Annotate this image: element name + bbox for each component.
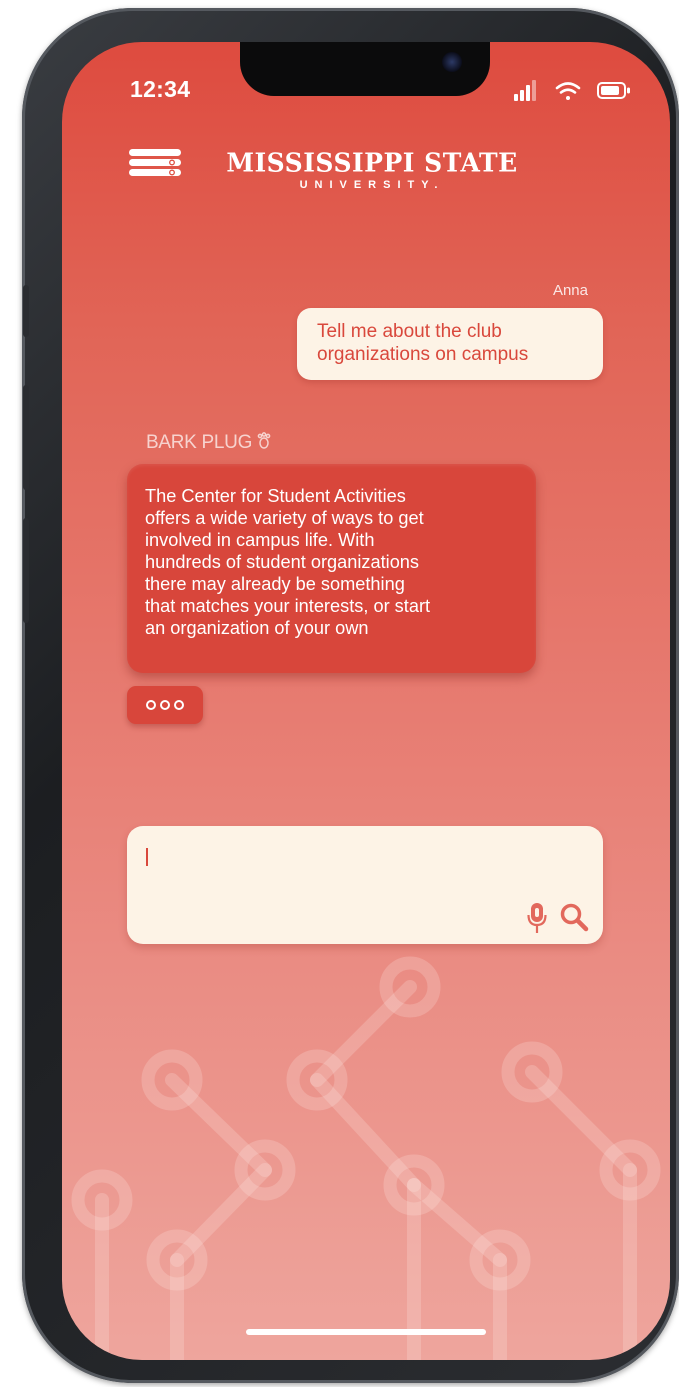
front-camera <box>442 52 462 72</box>
network-decoration <box>71 956 661 1360</box>
microphone-icon[interactable] <box>527 902 547 934</box>
more-options-icon <box>146 700 156 710</box>
bot-name-label: BARK PLUG <box>146 432 253 453</box>
message-line: involved in campus life. With <box>145 530 375 550</box>
message-line: there may already be something <box>145 574 405 594</box>
university-logo: MISSISSIPPI STATE UNIVERSITY. <box>222 147 522 191</box>
message-line: that matches your interests, or start <box>145 596 431 616</box>
message-input[interactable] <box>127 826 603 944</box>
home-indicator[interactable] <box>246 1329 486 1335</box>
search-icon[interactable] <box>559 902 589 932</box>
message-line: hundreds of student organizations <box>145 552 420 572</box>
logo-title: MISSISSIPPI STATE <box>226 147 518 178</box>
status-time: 12:34 <box>130 76 191 102</box>
message-line: Tell me about the club <box>317 321 502 342</box>
message-line: offers a wide variety of ways to get <box>145 508 424 528</box>
volume-down-button <box>23 518 29 623</box>
signal-icon <box>514 80 536 101</box>
more-options-button[interactable] <box>127 686 203 724</box>
wifi-icon <box>555 82 581 100</box>
bot-sender-name: BARK PLUG <box>146 432 271 454</box>
message-line: The Center for Student Activities <box>145 486 406 506</box>
message-line: organizations on campus <box>317 344 529 365</box>
silent-switch <box>23 285 29 337</box>
bot-message-bubble: The Center for Student Activities offers… <box>127 464 536 673</box>
message-line: an organization of your own <box>145 618 369 638</box>
logo-subtitle: UNIVERSITY. <box>299 179 445 191</box>
paw-icon <box>257 432 271 449</box>
notch <box>240 42 490 96</box>
app-screen: 12:34 MISSISSIPPI STATE UNIVERSITY. Anna… <box>62 42 670 1360</box>
user-message-bubble: Tell me about the club organizations on … <box>297 308 603 380</box>
battery-icon <box>597 82 630 99</box>
menu-button[interactable] <box>129 149 181 177</box>
text-cursor <box>146 848 148 866</box>
user-sender-name: Anna <box>552 282 588 299</box>
status-icons <box>514 80 630 101</box>
volume-up-button <box>23 385 29 490</box>
